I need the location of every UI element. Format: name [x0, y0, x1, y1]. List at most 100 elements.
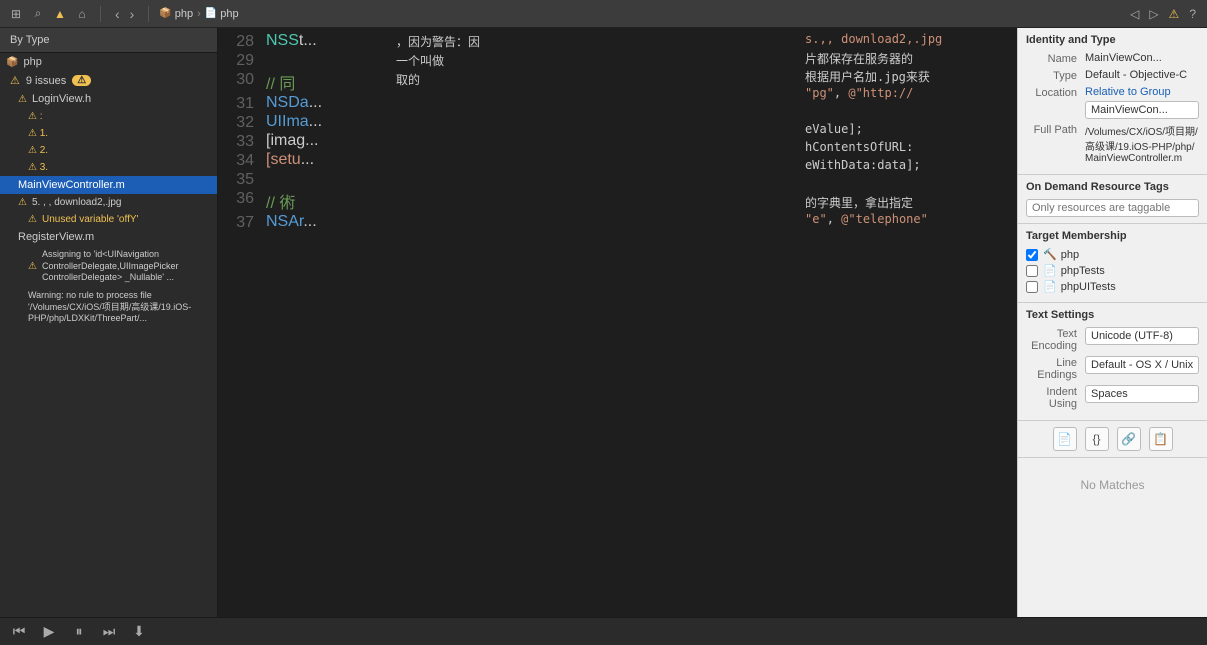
debug-play-btn[interactable]: ▶ — [38, 621, 60, 643]
text-settings-title: Text Settings — [1026, 309, 1199, 321]
target-phptests-icon: 📄 — [1043, 264, 1057, 277]
on-demand-input[interactable] — [1026, 199, 1199, 217]
nav-left-icon[interactable]: ◁ — [1127, 7, 1142, 21]
rcode-line-36: 的字典里，拿出指定 — [797, 194, 1017, 212]
no-matches-label: No Matches — [1018, 458, 1207, 512]
rcode-line-31: "pg", @"http:// — [797, 86, 1017, 122]
sidebar: By Type 📦 php ⚠ 9 issues ⚠ ⚠ LoginView.h… — [0, 28, 218, 617]
right-panel: Identity and Type Name MainViewCon... Ty… — [1017, 28, 1207, 617]
line-endings-select[interactable]: Default - OS X / Unix — [1085, 356, 1199, 374]
target-phptests-row: 📄 phpTests — [1026, 264, 1199, 277]
target-membership-section: Target Membership 🔨 php 📄 phpTests 📄 — [1018, 224, 1207, 303]
link-icon-btn[interactable]: 🔗 — [1117, 427, 1141, 451]
indent-using-label: Indent Using — [1026, 385, 1081, 410]
type-value: Default - Objective-C — [1085, 69, 1199, 81]
target-php-checkbox[interactable] — [1026, 249, 1038, 261]
fullpath-value: /Volumes/CX/iOS/项目期/高级课/19.iOS-PHP/php/M… — [1085, 123, 1199, 164]
debug-stepover-btn[interactable]: ⏭ — [98, 621, 120, 643]
toolbar: ⊞ ⌕ ▲ ⌂ ‹ › 📦 php › 📄 php ◁ ▷ ⚠ ? — [0, 0, 1207, 28]
on-demand-section: On Demand Resource Tags — [1018, 175, 1207, 224]
target-php-label: 🔨 php — [1043, 248, 1079, 261]
text-settings-section: Text Settings Text Encoding Unicode (UTF… — [1018, 303, 1207, 421]
line-endings-row: Line Endings Default - OS X / Unix — [1026, 356, 1199, 381]
target-phpuitests-checkbox[interactable] — [1026, 281, 1038, 293]
code-line-29: 29 — [218, 51, 388, 70]
sidebar-item-2[interactable]: ⚠ 2. — [0, 142, 217, 159]
toolbar-help-icon[interactable]: ? — [1186, 7, 1199, 21]
identity-type-title: Identity and Type — [1026, 34, 1199, 46]
location-input[interactable] — [1085, 101, 1199, 119]
download-label: 5. , , download2,.jpg — [32, 197, 122, 208]
toolbar-icon-1: ⊞ — [8, 6, 24, 22]
sidebar-item-php[interactable]: 📦 php — [0, 53, 217, 71]
target-membership-title: Target Membership — [1026, 230, 1199, 242]
debug-stepinto-btn[interactable]: ⬇ — [128, 621, 150, 643]
breadcrumb-item-php[interactable]: 📦 php — [159, 8, 193, 20]
mid-code-31 — [388, 89, 797, 125]
sidebar-item-loginviewh[interactable]: ⚠ LoginView.h — [0, 90, 217, 108]
target-phptests-checkbox[interactable] — [1026, 265, 1038, 277]
sidebar-php-issues[interactable]: ⚠ 9 issues ⚠ — [0, 71, 217, 90]
sidebar-item-unused-var[interactable]: ⚠ Unused variable 'offY' — [0, 211, 217, 228]
code-line-36: 36 // 術 — [218, 189, 388, 213]
location-value: Relative to Group — [1085, 86, 1199, 98]
toolbar-warning-icon[interactable]: ⚠ — [1166, 7, 1183, 21]
toolbar-separator-1 — [100, 6, 101, 22]
breadcrumb-item-php2[interactable]: 📄 php — [205, 8, 239, 20]
sidebar-item-1[interactable]: ⚠ 1. — [0, 125, 217, 142]
php-issues-label: 9 issues — [26, 75, 66, 87]
search-icon[interactable]: ⌕ — [30, 6, 46, 22]
fullpath-label: Full Path — [1026, 123, 1081, 136]
rcode-line-28: s.,, download2,.jpg — [797, 32, 1017, 50]
code-line-34: 34 [setu... — [218, 151, 388, 170]
sidebar-item-assigning[interactable]: ⚠ Assigning to 'id<UINavigation Controll… — [0, 246, 217, 287]
editor-area: 28 NSSt... 29 30 // 同 31 NSDa... 32 UIIm… — [218, 28, 1017, 617]
location-label: Location — [1026, 86, 1081, 99]
indent-using-row: Indent Using Spaces — [1026, 385, 1199, 410]
toolbar-separator-2 — [148, 6, 149, 22]
code-line-33: 33 [imag... — [218, 132, 388, 151]
document-icon-btn[interactable]: 📋 — [1149, 427, 1173, 451]
warning-unused-icon: ⚠ — [28, 214, 37, 225]
warning-norule-label: Warning: no rule to process file '/Volum… — [28, 290, 207, 325]
breadcrumb: 📦 php › 📄 php — [159, 8, 238, 20]
sidebar-item-mainviewcontrollerm[interactable]: MainViewController.m — [0, 176, 217, 194]
target-php-row: 🔨 php — [1026, 248, 1199, 261]
registerviewm-label: RegisterView.m — [18, 231, 94, 243]
line-endings-label: Line Endings — [1026, 356, 1081, 381]
loginviewh-label: LoginView.h — [32, 93, 91, 105]
nav-back-button[interactable]: ‹ — [111, 6, 124, 22]
mainviewcontrollerm-label: MainViewController.m — [18, 179, 125, 191]
code-line-35: 35 — [218, 170, 388, 189]
sidebar-item-colon[interactable]: ⚠ : — [0, 108, 217, 125]
nav-right-icon[interactable]: ▷ — [1146, 7, 1161, 21]
sidebar-item-3[interactable]: ⚠ 3. — [0, 159, 217, 176]
nav-buttons[interactable]: ‹ › — [111, 6, 138, 22]
sidebar-item-download[interactable]: ⚠ 5. , , download2,.jpg — [0, 194, 217, 211]
sidebar-item-norule[interactable]: Warning: no rule to process file '/Volum… — [0, 287, 217, 328]
debug-pause-btn[interactable]: ⏸ — [68, 621, 90, 643]
home-icon[interactable]: ⌂ — [74, 6, 90, 22]
debug-restart-btn[interactable]: ⏮ — [8, 621, 30, 643]
rcode-line-30: 根据用户名加.jpg来获 — [797, 68, 1017, 86]
toolbar-right-actions: ◁ ▷ ⚠ ? — [1127, 7, 1199, 21]
on-demand-title: On Demand Resource Tags — [1026, 181, 1199, 193]
sidebar-item-registerviewm[interactable]: RegisterView.m — [0, 228, 217, 246]
breadcrumb-separator: › — [197, 8, 201, 20]
file-icon-btn[interactable]: 📄 — [1053, 427, 1077, 451]
text-encoding-row: Text Encoding Unicode (UTF-8) — [1026, 327, 1199, 352]
nav-forward-button[interactable]: › — [126, 6, 139, 22]
php-issues-badge: ⚠ — [72, 75, 91, 86]
warning-3-icon: ⚠ 3. — [28, 162, 48, 173]
code-line-28: 28 NSSt... — [218, 32, 388, 51]
name-value: MainViewCon... — [1085, 52, 1199, 64]
code-line-37: 37 NSAr... — [218, 213, 388, 232]
text-encoding-select[interactable]: Unicode (UTF-8) — [1085, 327, 1199, 345]
target-phpuitests-label: 📄 phpUITests — [1043, 280, 1116, 293]
identity-type-section: Identity and Type Name MainViewCon... Ty… — [1018, 28, 1207, 175]
braces-icon-btn[interactable]: {} — [1085, 427, 1109, 451]
indent-using-select[interactable]: Spaces — [1085, 385, 1199, 403]
mid-code-36 — [388, 133, 797, 135]
location-row: Location Relative to Group — [1026, 86, 1199, 119]
target-phptests-label: 📄 phpTests — [1043, 264, 1105, 277]
